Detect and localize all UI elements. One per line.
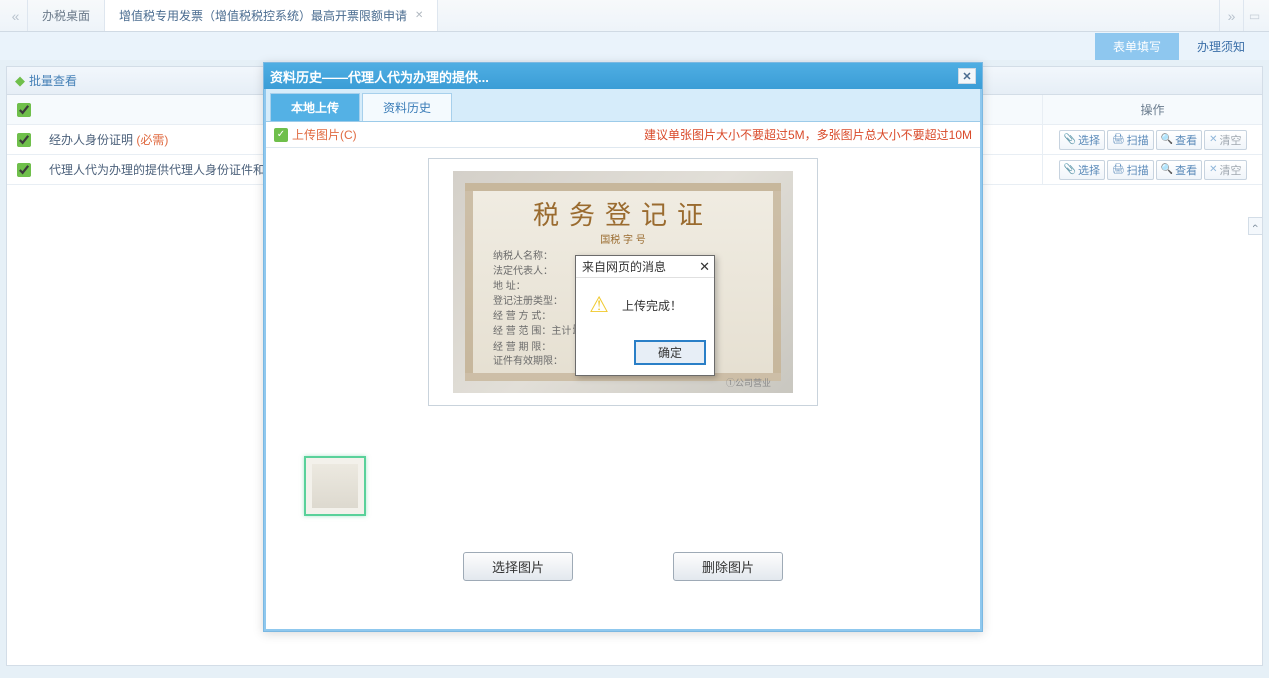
clear-button[interactable]: ✕清空 — [1204, 160, 1246, 180]
subtab-notice[interactable]: 办理须知 — [1179, 33, 1263, 60]
subtab-form-fill[interactable]: 表单填写 — [1095, 33, 1179, 60]
op-header: 操作 — [1042, 95, 1262, 124]
dialog-footer: 选择图片 删除图片 — [266, 516, 980, 597]
dialog-titlebar: 资料历史——代理人代为办理的提供... ✕ — [264, 63, 982, 89]
upload-icon: ✓ — [274, 128, 288, 142]
alert-dialog: 来自网页的消息 ✕ ⚠ 上传完成！ 确定 — [575, 255, 715, 376]
batch-header-title: 批量查看 — [29, 72, 77, 89]
tabbar-menu[interactable]: ▭ — [1243, 0, 1265, 31]
tab-local-upload[interactable]: 本地上传 — [270, 93, 360, 121]
cert-sub: 国税 字 号 — [453, 231, 793, 246]
tab-history[interactable]: 资料历史 — [362, 93, 452, 121]
view-button[interactable]: 🔍查看 — [1156, 160, 1202, 180]
view-button[interactable]: 🔍查看 — [1156, 130, 1202, 150]
scan-icon: 🖨 — [1112, 164, 1125, 175]
clear-button[interactable]: ✕清空 — [1204, 130, 1246, 150]
tab-invoice-limit-label: 增值税专用发票（增值税税控系统）最高开票限额申请 — [119, 7, 407, 24]
alert-close-button[interactable]: ✕ — [699, 259, 710, 275]
cert-fields: 纳税人名称： 法定代表人： 地 址： 登记注册类型： 经 营 方 式： 经 营 … — [493, 249, 581, 339]
tabbar-prev[interactable]: « — [4, 0, 28, 31]
dialog-tabs: 本地上传 资料历史 — [266, 89, 980, 122]
alert-message: 上传完成！ — [622, 297, 682, 314]
alert-title-text: 来自网页的消息 — [582, 258, 666, 275]
alert-footer: 确定 — [576, 336, 714, 375]
row-check[interactable] — [17, 133, 31, 147]
select-button[interactable]: 📎选择 — [1059, 130, 1105, 150]
cert-corner: ①公司营业 — [726, 376, 771, 389]
upload-bar: ✓ 上传图片(C) 建议单张图片大小不要超过5M，多张图片总大小不要超过10M — [266, 122, 980, 148]
upload-hint: 建议单张图片大小不要超过5M，多张图片总大小不要超过10M — [644, 126, 972, 143]
alert-body: ⚠ 上传完成！ — [576, 278, 714, 336]
scan-button[interactable]: 🖨扫描 — [1107, 130, 1154, 150]
check-all[interactable] — [17, 103, 31, 117]
thumbnail-row — [266, 416, 980, 516]
choose-image-button[interactable]: 选择图片 — [463, 552, 573, 581]
attach-icon: 📎 — [1064, 164, 1076, 175]
upload-link[interactable]: 上传图片(C) — [292, 126, 357, 143]
tab-invoice-limit[interactable]: 增值税专用发票（增值税税控系统）最高开票限额申请 ✕ — [105, 0, 438, 31]
alert-ok-button[interactable]: 确定 — [634, 340, 706, 365]
warning-icon: ⚠ — [586, 292, 612, 318]
dialog-close-button[interactable]: ✕ — [958, 68, 976, 84]
cert-title: 税务登记证 — [453, 195, 793, 232]
select-button[interactable]: 📎选择 — [1059, 160, 1105, 180]
dialog-title-text: 资料历史——代理人代为办理的提供... — [270, 67, 489, 86]
thumbnail[interactable] — [304, 456, 366, 516]
tab-desktop-label: 办税桌面 — [42, 7, 90, 24]
view-icon: 🔍 — [1161, 134, 1173, 145]
cert-bottom: 经 营 期 限： 证件有效期限： — [493, 341, 563, 369]
subbar: 表单填写 办理须知 — [0, 32, 1269, 60]
tab-close-icon[interactable]: ✕ — [415, 10, 423, 21]
scan-icon: 🖨 — [1112, 134, 1125, 145]
view-icon: 🔍 — [1161, 164, 1173, 175]
clear-icon: ✕ — [1209, 134, 1217, 145]
clear-icon: ✕ — [1209, 164, 1217, 175]
batch-header-icon: ◆ — [15, 73, 25, 89]
row-check[interactable] — [17, 163, 31, 177]
tabbar-next[interactable]: » — [1219, 0, 1243, 31]
delete-image-button[interactable]: 删除图片 — [673, 552, 783, 581]
top-tabbar: « 办税桌面 增值税专用发票（增值税税控系统）最高开票限额申请 ✕ » ▭ — [0, 0, 1269, 32]
attach-icon: 📎 — [1064, 134, 1076, 145]
scan-button[interactable]: 🖨扫描 — [1107, 160, 1154, 180]
check-all-col[interactable] — [7, 103, 41, 117]
tab-desktop[interactable]: 办税桌面 — [28, 0, 105, 31]
edge-tab[interactable]: ‹ — [1248, 217, 1262, 235]
alert-titlebar: 来自网页的消息 ✕ — [576, 256, 714, 278]
